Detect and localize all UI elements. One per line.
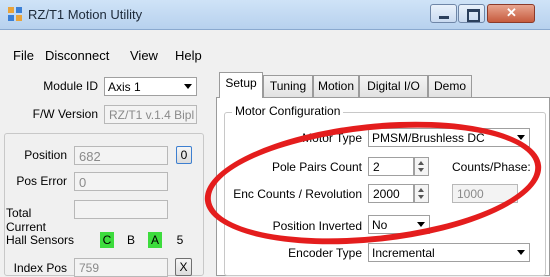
menu-help[interactable]: Help xyxy=(175,48,202,63)
enc-counts-input[interactable]: 2000 xyxy=(368,184,414,203)
menu-disconnect[interactable]: Disconnect xyxy=(45,48,109,63)
tab-tuning[interactable]: Tuning xyxy=(263,75,313,97)
module-id-value: Axis 1 xyxy=(108,80,141,94)
counts-phase-field: 1000 xyxy=(452,184,518,203)
maximize-icon xyxy=(467,9,480,22)
spin-up-icon xyxy=(418,188,424,192)
position-field: 682 xyxy=(74,146,168,165)
window-title: RZ/T1 Motion Utility xyxy=(28,7,143,22)
fw-version-label: F/W Version xyxy=(32,107,98,121)
fw-version-field: RZ/T1 v.1.4 Bipl xyxy=(104,105,197,124)
pos-error-field: 0 xyxy=(74,172,168,191)
chevron-down-icon xyxy=(184,84,192,89)
index-pos-field: 759 xyxy=(74,258,168,277)
pole-pairs-input[interactable]: 2 xyxy=(368,157,414,176)
enc-counts-spinner[interactable] xyxy=(414,184,429,203)
position-label: Position xyxy=(24,148,67,162)
pole-pairs-spinner[interactable] xyxy=(414,157,429,176)
module-id-select[interactable]: Axis 1 xyxy=(104,77,197,96)
tab-setup[interactable]: Setup xyxy=(219,72,263,98)
hall-value: 5 xyxy=(176,233,184,247)
hall-sensors-label: Hall Sensors xyxy=(6,233,75,247)
position-inverted-value: No xyxy=(372,218,388,232)
enc-counts-label: Enc Counts / Revolution xyxy=(233,187,362,201)
position-inverted-select[interactable]: No xyxy=(368,215,430,234)
spin-down-icon xyxy=(418,168,424,172)
hall-a-indicator: A xyxy=(148,232,162,248)
motor-type-value: PMSM/Brushless DC xyxy=(372,131,485,145)
app-icon xyxy=(8,7,22,21)
total-current-field xyxy=(74,200,168,219)
tab-motion[interactable]: Motion xyxy=(313,75,359,97)
minimize-button[interactable] xyxy=(430,4,457,23)
encoder-type-label: Encoder Type xyxy=(288,246,362,260)
motor-configuration-title: Motor Configuration xyxy=(232,104,344,118)
hall-c-indicator: C xyxy=(100,232,114,248)
index-pos-label: Index Pos xyxy=(13,261,67,275)
encoder-type-value: Incremental xyxy=(372,246,435,260)
total-current-label: Total Current xyxy=(6,206,47,234)
chevron-down-icon xyxy=(517,135,525,140)
encoder-type-select[interactable]: Incremental xyxy=(368,243,530,262)
index-reset-button[interactable]: X xyxy=(175,258,192,276)
tab-digital-io[interactable]: Digital I/O xyxy=(359,75,428,97)
pos-error-label: Pos Error xyxy=(16,174,67,188)
chevron-down-icon xyxy=(417,222,425,227)
close-icon: ✕ xyxy=(506,5,517,20)
position-reset-button[interactable]: 0 xyxy=(176,146,192,164)
motor-type-label: Motor Type xyxy=(302,131,362,145)
menu-view[interactable]: View xyxy=(130,48,158,63)
position-inverted-label: Position Inverted xyxy=(272,219,362,233)
close-button[interactable]: ✕ xyxy=(487,4,535,23)
spin-up-icon xyxy=(418,161,424,165)
tab-demo[interactable]: Demo xyxy=(428,75,472,97)
hall-b-indicator: B xyxy=(126,233,135,247)
minimize-icon xyxy=(439,16,449,19)
motor-type-select[interactable]: PMSM/Brushless DC xyxy=(368,128,530,147)
module-id-label: Module ID xyxy=(43,79,98,93)
chevron-down-icon xyxy=(517,250,525,255)
counts-phase-label: Counts/Phase: xyxy=(452,160,531,174)
spin-down-icon xyxy=(418,195,424,199)
maximize-button[interactable] xyxy=(458,4,485,23)
menu-bar xyxy=(0,30,550,50)
menu-file[interactable]: File xyxy=(13,48,34,63)
pole-pairs-label: Pole Pairs Count xyxy=(271,160,362,174)
